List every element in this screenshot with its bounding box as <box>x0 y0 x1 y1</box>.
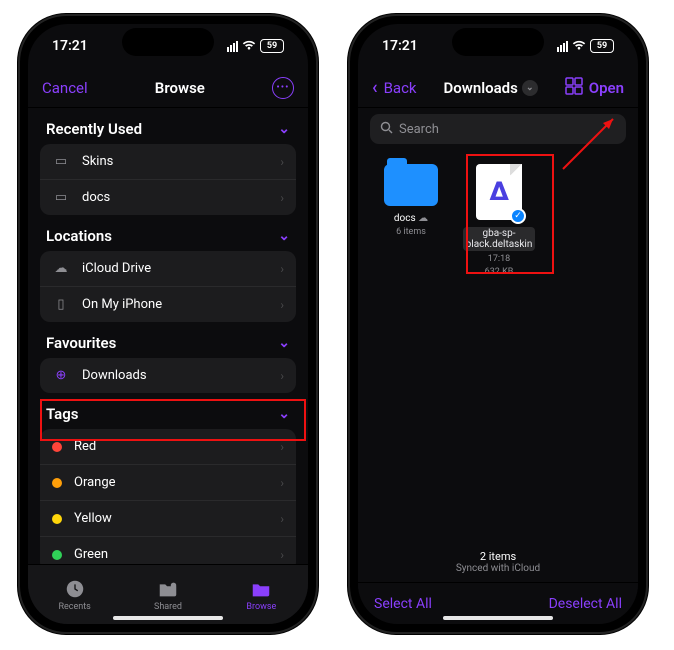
location-icloud[interactable]: ☁ iCloud Drive › <box>40 251 296 287</box>
nav-bar: ‹ Back Downloads ⌄ Open <box>358 68 638 108</box>
file-icon: Δ ✓ <box>476 164 522 220</box>
folder-icon <box>250 578 272 600</box>
recent-item-docs[interactable]: ▭ docs › <box>40 180 296 215</box>
delta-app-icon: Δ <box>489 177 508 207</box>
cancel-button[interactable]: Cancel <box>42 79 88 97</box>
chevron-down-icon: ⌄ <box>522 80 538 96</box>
chevron-left-icon: ‹ <box>372 77 378 98</box>
item-name: docs ☁ <box>394 213 428 224</box>
chevron-down-icon: ⌄ <box>278 335 290 351</box>
cloud-badge-icon: ☁ <box>418 213 428 224</box>
folder-item-docs[interactable]: docs ☁ 6 items <box>376 164 446 277</box>
status-time: 17:21 <box>382 38 418 54</box>
item-name: gba-sp-black.deltaskin <box>463 227 536 251</box>
favourite-downloads[interactable]: ⊕ Downloads › <box>40 358 296 393</box>
home-indicator[interactable] <box>113 616 223 620</box>
section-header-locations[interactable]: Locations ⌄ <box>40 215 296 251</box>
download-icon: ⊕ <box>52 368 70 383</box>
chevron-right-icon: › <box>280 155 284 169</box>
location-on-my-iphone[interactable]: ▯ On My iPhone › <box>40 287 296 322</box>
section-header-favourites[interactable]: Favourites ⌄ <box>40 322 296 358</box>
wifi-icon <box>572 39 586 53</box>
dynamic-island <box>122 28 214 56</box>
phone-right: 17:21 59 ‹ Back Downloads ⌄ Open <box>348 14 648 634</box>
deselect-all-button[interactable]: Deselect All <box>549 596 622 612</box>
grid-view-icon[interactable] <box>565 77 583 99</box>
nav-bar: Cancel Browse ••• <box>28 68 308 108</box>
chevron-right-icon: › <box>280 262 284 276</box>
cellular-icon <box>557 41 568 52</box>
phone-left: 17:21 59 Cancel Browse ••• Recently Used… <box>18 14 318 634</box>
tab-bar: Recents Shared Browse <box>28 564 308 624</box>
chevron-down-icon: ⌄ <box>278 121 290 137</box>
item-time: 17:18 <box>488 254 510 264</box>
tag-dot-icon <box>52 550 62 560</box>
recent-item-skins[interactable]: ▭ Skins › <box>40 144 296 180</box>
clock-icon <box>64 578 86 600</box>
chevron-right-icon: › <box>280 369 284 383</box>
chevron-right-icon: › <box>280 191 284 205</box>
search-icon <box>380 121 393 138</box>
tab-browse[interactable]: Browse <box>215 565 308 624</box>
tag-dot-icon <box>52 514 62 524</box>
open-button[interactable]: Open <box>589 79 624 97</box>
status-time: 17:21 <box>52 38 88 54</box>
item-meta: 6 items <box>396 227 426 237</box>
chevron-down-icon: ⌄ <box>278 406 290 422</box>
tag-orange[interactable]: Orange› <box>40 465 296 501</box>
dynamic-island <box>452 28 544 56</box>
nav-title: Browse <box>155 79 205 97</box>
select-all-button[interactable]: Select All <box>374 596 432 612</box>
cloud-icon: ☁ <box>52 261 70 276</box>
file-item-deltaskin[interactable]: Δ ✓ gba-sp-black.deltaskin 17:18 632 KB <box>464 164 534 277</box>
iphone-icon: ▯ <box>52 297 70 312</box>
section-header-tags[interactable]: Tags ⌄ <box>40 393 296 429</box>
annotation-arrow-icon <box>558 109 628 179</box>
back-button[interactable]: ‹ Back <box>372 77 417 98</box>
selected-check-icon: ✓ <box>510 208 526 224</box>
folder-icon: ▭ <box>52 190 70 205</box>
tag-red[interactable]: Red› <box>40 429 296 465</box>
tag-yellow[interactable]: Yellow› <box>40 501 296 537</box>
folder-icon <box>384 164 438 206</box>
folder-icon: ▭ <box>52 154 70 169</box>
tag-green[interactable]: Green› <box>40 537 296 564</box>
tag-dot-icon <box>52 478 62 488</box>
section-header-recent[interactable]: Recently Used ⌄ <box>40 108 296 144</box>
chevron-down-icon: ⌄ <box>278 228 290 244</box>
item-size: 632 KB <box>485 267 514 277</box>
search-placeholder: Search <box>399 122 439 137</box>
tag-dot-icon <box>52 442 62 452</box>
more-options-icon[interactable]: ••• <box>272 77 294 99</box>
chevron-right-icon: › <box>280 298 284 312</box>
nav-title[interactable]: Downloads ⌄ <box>444 79 538 97</box>
battery-icon: 59 <box>260 39 284 53</box>
wifi-icon <box>242 39 256 53</box>
footer-status: 2 items Synced with iCloud <box>358 550 638 574</box>
shared-folder-icon <box>157 578 179 600</box>
cellular-icon <box>227 41 238 52</box>
battery-icon: 59 <box>590 39 614 53</box>
home-indicator[interactable] <box>443 616 553 620</box>
tab-recents[interactable]: Recents <box>28 565 121 624</box>
